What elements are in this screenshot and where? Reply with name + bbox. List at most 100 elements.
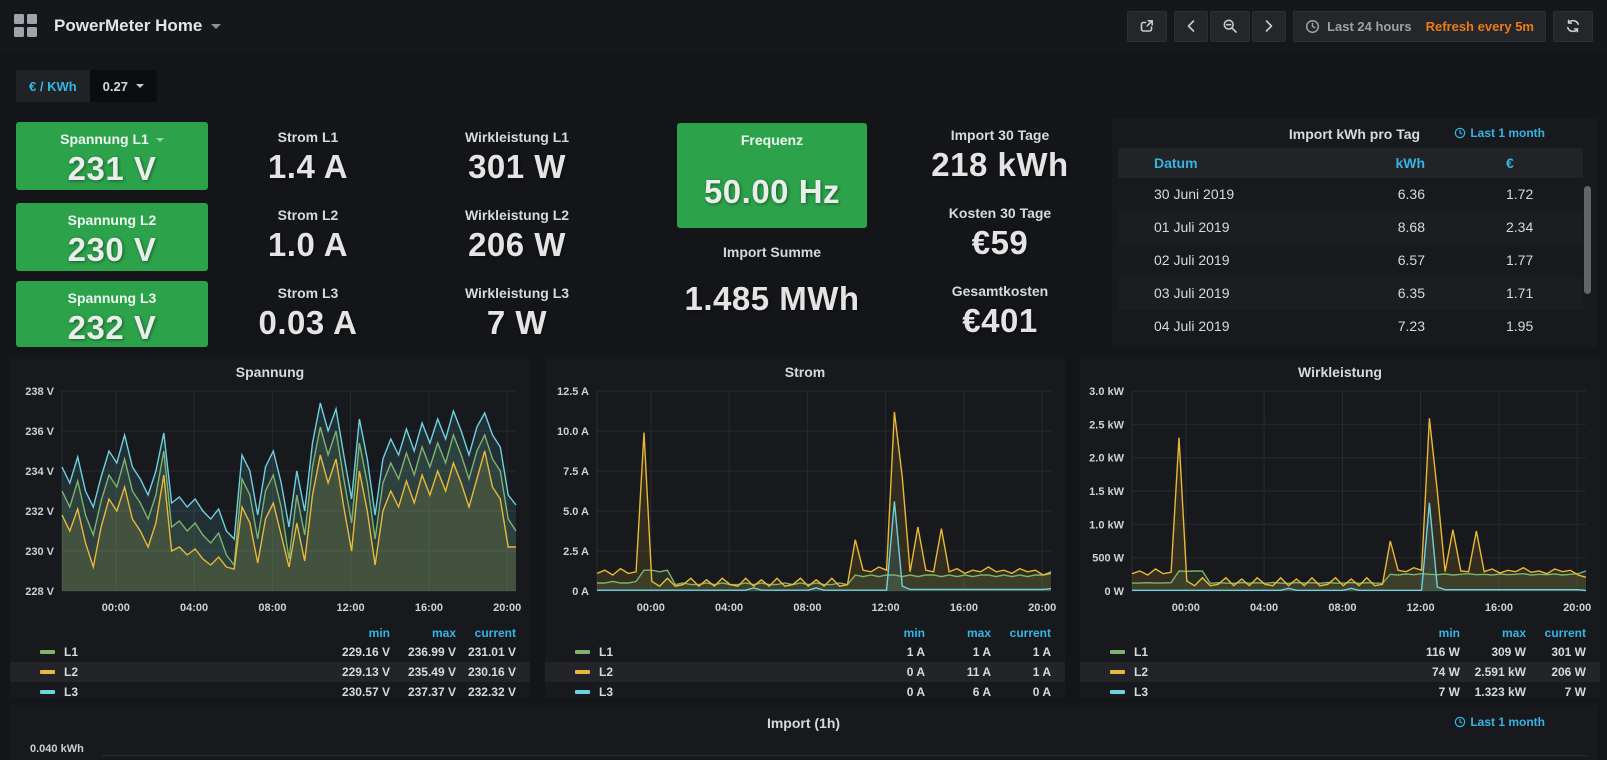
time-forward-button[interactable] [1252,11,1286,42]
table-time-range-link[interactable]: Last 1 month [1454,126,1545,140]
table-row: 01 Juli 2019 8.68 2.34 [1118,211,1583,244]
svg-text:16:00: 16:00 [1485,602,1513,614]
svg-text:08:00: 08:00 [1328,602,1356,614]
cell-datum: 30 Juni 2019 [1154,178,1234,211]
stat-value: 50.00 Hz [677,172,867,212]
cell-eur: 1.72 [1506,178,1533,211]
stat-frequenz: Frequenz 50.00 Hz [677,123,867,228]
panel-spannung-chart: Spannung 228 V230 V232 V234 V236 V238 V0… [10,357,530,698]
variable-value-dropdown[interactable]: 0.27 [90,70,157,102]
stat-label: Spannung L2 [16,211,208,230]
time-picker-button[interactable]: Last 24 hours Refresh every 5m [1293,11,1546,42]
stat-label: Import Summe [660,243,884,262]
stat-spannung-l3: Spannung L3 232 V [16,281,208,347]
wirkleistung-plot-area[interactable]: 0 W500 W1.0 kW1.5 kW2.0 kW2.5 kW3.0 kW00… [1080,383,1600,623]
legend-series-label[interactable]: L1 [64,642,78,662]
legend-series-label[interactable]: L1 [1134,642,1148,662]
stat-label: Wirkleistung L3 [425,284,609,303]
clock-icon [1454,127,1466,139]
svg-text:2.5 A: 2.5 A [563,546,589,558]
strom-legend: minmaxcurrentL11 A1 A1 AL20 A11 A1 AL30 … [545,625,1065,702]
table-scrollbar[interactable] [1584,186,1591,294]
stat-value: 1.4 A [216,147,400,187]
dashboard-title[interactable]: PowerMeter Home [54,16,202,36]
panel-import-kwh-pro-tag: Import kWh pro Tag Last 1 month Datum kW… [1112,118,1597,347]
svg-text:238 V: 238 V [25,386,54,398]
strom-plot-area[interactable]: 0 A2.5 A5.0 A7.5 A10.0 A12.5 A00:0004:00… [545,383,1065,623]
cell-datum: 01 Juli 2019 [1154,211,1230,244]
legend-header: minmaxcurrent [1080,625,1600,642]
stat-label: Strom L2 [216,206,400,225]
chart-title: Wirkleistung [1080,364,1600,380]
series-color-dash-icon [575,690,590,694]
stat-spannung-l1: Spannung L1 231 V [16,122,208,190]
legend-row: L2229.13 V235.49 V230.16 V [10,662,530,682]
column-header-eur[interactable]: € [1506,148,1514,178]
cell-datum: 04 Juli 2019 [1154,310,1230,343]
cell-kwh: 7.23 [1353,310,1425,343]
legend-series-label[interactable]: L2 [599,662,613,682]
legend-series-label[interactable]: L1 [599,642,613,662]
svg-text:12.5 A: 12.5 A [557,386,589,398]
y-axis-tick-label: 0.040 kWh [30,743,84,755]
stat-value: 301 W [425,147,609,187]
dashboard-grid-icon[interactable] [14,14,38,38]
legend-series-label[interactable]: L3 [599,682,613,702]
top-navbar: PowerMeter Home Last 24 hours Refresh ev… [0,0,1607,52]
svg-text:234 V: 234 V [25,466,54,478]
svg-text:228 V: 228 V [25,586,54,598]
svg-text:2.5 kW: 2.5 kW [1089,419,1124,431]
svg-text:00:00: 00:00 [637,602,665,614]
svg-text:20:00: 20:00 [1563,602,1591,614]
spannung-plot-area[interactable]: 228 V230 V232 V234 V236 V238 V00:0004:00… [10,383,530,623]
variable-value: 0.27 [103,79,128,94]
legend-series-label[interactable]: L2 [1134,662,1148,682]
legend-current-value: 301 W [1500,642,1586,662]
stat-label: Frequenz [677,131,867,150]
svg-text:232 V: 232 V [25,506,54,518]
stat-value: 218 kWh [905,145,1095,185]
cell-kwh: 6.35 [1353,277,1425,310]
cell-kwh: 6.57 [1353,244,1425,277]
cell-eur: 1.71 [1506,277,1533,310]
legend-series-label[interactable]: L2 [64,662,78,682]
stat-value: 0.03 A [216,303,400,343]
import-1h-time-range-link[interactable]: Last 1 month [1454,715,1545,729]
column-header-datum[interactable]: Datum [1154,148,1198,178]
zoom-out-button[interactable] [1210,11,1250,42]
time-back-button[interactable] [1174,11,1208,42]
stat-value: €59 [905,223,1095,263]
stat-strom-l3: Strom L3 0.03 A [216,284,400,343]
legend-current-value: 230.16 V [430,662,516,682]
chevron-left-icon [1186,19,1196,33]
panel-menu-caret-icon[interactable] [156,138,164,142]
legend-column-header: current [430,625,516,642]
stat-value: 231 V [16,149,208,189]
stat-label: Spannung L1 [16,130,208,149]
legend-series-label[interactable]: L3 [1134,682,1148,702]
stat-label: Strom L1 [216,128,400,147]
series-color-dash-icon [40,670,55,674]
cell-datum: 03 Juli 2019 [1154,277,1230,310]
stat-value: 232 V [16,308,208,348]
svg-text:04:00: 04:00 [1250,602,1278,614]
cell-kwh: 6.36 [1353,178,1425,211]
title-caret-down-icon[interactable] [211,24,221,29]
stat-strom-l1: Strom L1 1.4 A [216,128,400,187]
svg-text:12:00: 12:00 [1407,602,1435,614]
refresh-button[interactable] [1553,11,1593,42]
stat-gesamtkosten: Gesamtkosten €401 [905,282,1095,341]
svg-text:500 W: 500 W [1092,553,1124,565]
svg-text:2.0 kW: 2.0 kW [1089,453,1124,465]
time-range-label: Last 24 hours [1327,19,1412,34]
stat-wirkleistung-l1: Wirkleistung L1 301 W [425,128,609,187]
legend-series-label[interactable]: L3 [64,682,78,702]
panel-strom-chart: Strom 0 A2.5 A5.0 A7.5 A10.0 A12.5 A00:0… [545,357,1065,698]
cell-eur: 1.95 [1506,310,1533,343]
stat-label: Kosten 30 Tage [905,204,1095,223]
column-header-kwh[interactable]: kWh [1353,148,1425,178]
refresh-sync-icon [1565,18,1581,34]
svg-text:16:00: 16:00 [415,602,443,614]
share-button[interactable] [1127,11,1167,42]
chevron-right-icon [1264,19,1274,33]
